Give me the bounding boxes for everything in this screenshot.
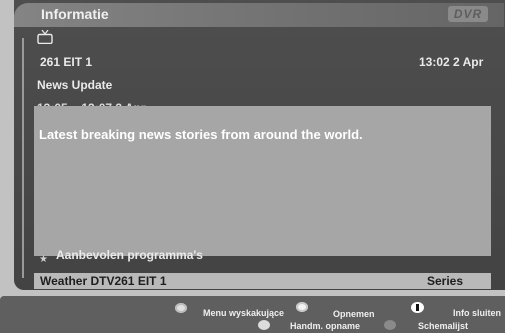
recommended-program-row[interactable]: Weather DTV261 EIT 1 Series bbox=[34, 273, 491, 289]
close-info-label[interactable]: Info sluiten bbox=[453, 308, 501, 318]
star-icon: ★ bbox=[39, 254, 48, 265]
clock-date: 13:02 2 Apr bbox=[419, 55, 484, 69]
program-title: News Update bbox=[37, 78, 113, 92]
recommended-label: Aanbevolen programma's bbox=[56, 248, 203, 262]
button-a-icon[interactable] bbox=[175, 303, 187, 313]
schedule-list-label[interactable]: Schemalijst bbox=[418, 321, 468, 331]
button-c-icon[interactable] bbox=[258, 320, 270, 330]
page-title: Informatie bbox=[41, 6, 109, 22]
record-label[interactable]: Opnemen bbox=[333, 309, 375, 319]
dvr-logo: DVR bbox=[448, 6, 488, 22]
button-b-icon[interactable] bbox=[296, 302, 308, 312]
recommended-channel: Weather DTV261 EIT 1 bbox=[40, 274, 167, 288]
menu-popup-label[interactable]: Menu wyskakujące bbox=[203, 308, 284, 318]
panel-divider bbox=[22, 38, 24, 278]
info-icon[interactable] bbox=[411, 302, 424, 313]
button-d-icon[interactable] bbox=[384, 320, 396, 330]
channel-label: 261 EIT 1 bbox=[40, 55, 93, 69]
recommended-genre: Series bbox=[427, 274, 464, 288]
tv-icon bbox=[37, 30, 53, 44]
manual-record-label[interactable]: Handm. opname bbox=[290, 321, 360, 331]
program-description: Latest breaking news stories from around… bbox=[39, 127, 363, 142]
